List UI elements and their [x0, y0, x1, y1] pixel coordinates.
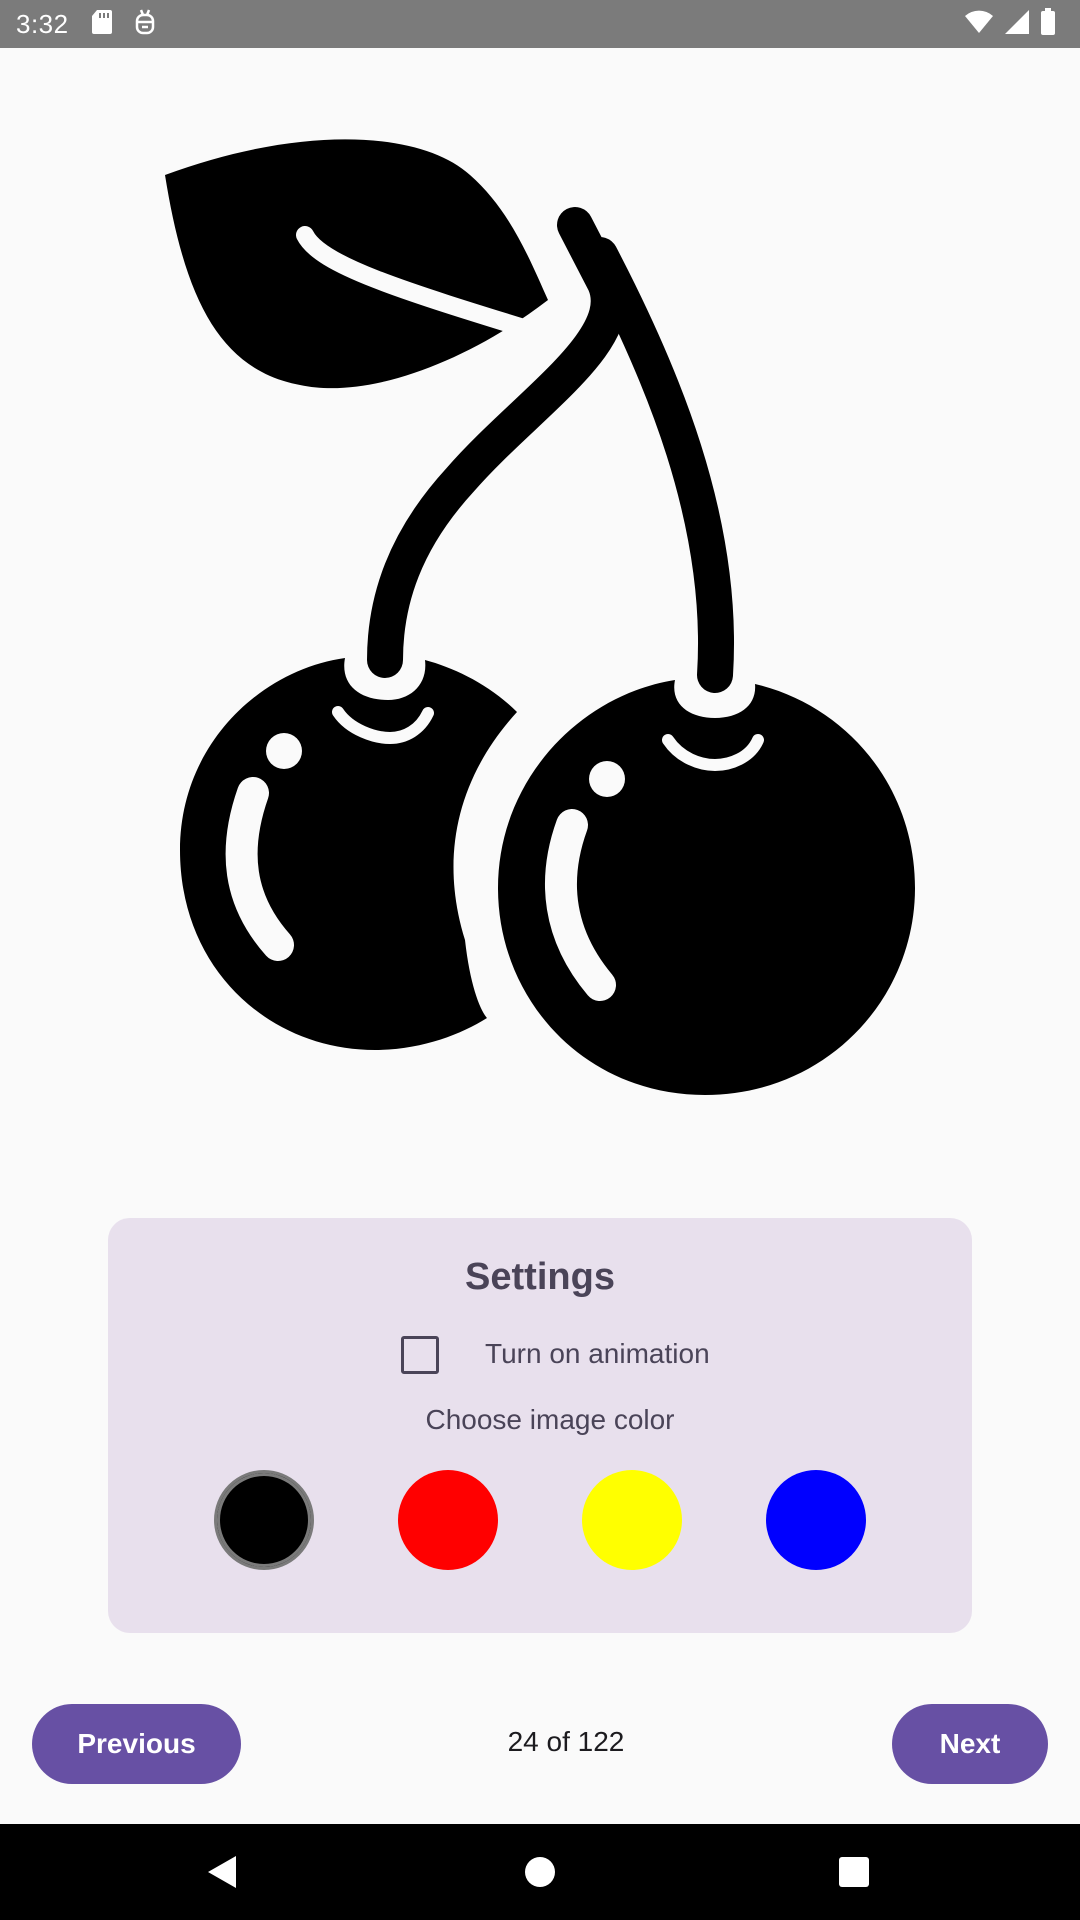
- settings-card: Settings Turn on animation Choose image …: [108, 1218, 972, 1633]
- color-swatch-blue[interactable]: [766, 1470, 866, 1570]
- wifi-icon: [964, 10, 994, 39]
- debug-icon: [133, 9, 157, 40]
- cherry-icon: [165, 139, 915, 1095]
- animation-toggle-row[interactable]: Turn on animation: [108, 1330, 972, 1378]
- settings-title: Settings: [465, 1256, 615, 1298]
- home-icon[interactable]: [520, 1852, 560, 1892]
- animation-label: Turn on animation: [485, 1338, 710, 1369]
- color-label: Choose image color: [425, 1404, 675, 1435]
- pager-row: Previous 24 of 122 Next: [0, 1704, 1080, 1784]
- hero-image: [150, 130, 930, 1110]
- recents-icon[interactable]: [834, 1852, 874, 1892]
- status-bar: 3:32: [0, 0, 1080, 48]
- status-time: 3:32: [16, 8, 69, 39]
- next-button[interactable]: Next: [892, 1704, 1048, 1784]
- color-swatch-red[interactable]: [398, 1470, 498, 1570]
- battery-icon: [1040, 7, 1056, 41]
- color-swatch-black[interactable]: [214, 1470, 314, 1570]
- system-nav-bar: [0, 1824, 1080, 1920]
- animation-checkbox[interactable]: [401, 1336, 439, 1374]
- sd-card-icon: [91, 9, 113, 40]
- signal-icon: [1004, 9, 1030, 40]
- color-swatch-yellow[interactable]: [582, 1470, 682, 1570]
- back-icon[interactable]: [202, 1852, 242, 1892]
